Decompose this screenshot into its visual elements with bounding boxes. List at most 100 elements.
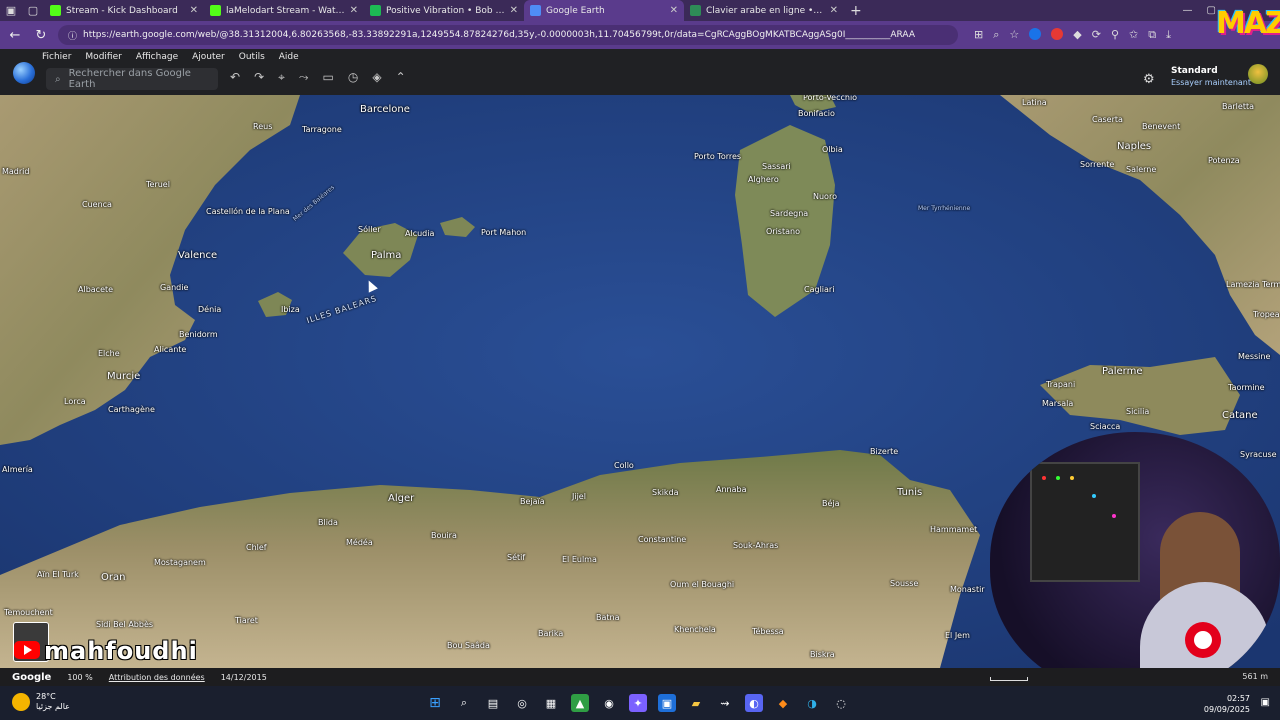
measure-icon[interactable]: ▭ [323,70,334,85]
new-tab-button[interactable]: + [850,3,862,19]
search-placeholder: Rechercher dans Google Earth [68,68,191,90]
tab-3[interactable]: Google Earth ✕ [524,0,684,21]
extension-icon[interactable]: ◆ [1073,28,1081,42]
map-label: Alger [388,493,415,504]
menu-item-2[interactable]: Affichage [136,52,178,62]
map-label: Biskra [810,650,835,659]
historical-imagery-icon[interactable]: ◷ [348,70,358,85]
back-icon[interactable]: ← [6,28,24,43]
zoom-icon[interactable]: ⌕ [993,28,999,42]
account-plan[interactable]: Standard Essayer maintenant [1171,66,1251,88]
app-icon[interactable]: ▦ [542,694,560,712]
menu-item-1[interactable]: Modifier [85,52,121,62]
maximize-icon[interactable]: ▢ [1207,5,1216,16]
menu-item-4[interactable]: Outils [239,52,265,62]
tab-title: Google Earth [546,5,605,16]
redo-icon[interactable]: ↷ [254,70,264,85]
close-tab-icon[interactable]: ✕ [670,5,678,16]
system-clock[interactable]: 02:57 09/09/2025 [1204,693,1250,715]
close-tab-icon[interactable]: ✕ [350,5,358,16]
discord-icon[interactable]: ◐ [745,694,763,712]
refresh-extension-icon[interactable]: ⟳ [1092,28,1101,42]
site-info-icon[interactable]: ⓘ [68,29,77,42]
notifications-icon[interactable]: ▣ [1261,697,1270,708]
search-icon[interactable]: ⌕ [455,694,473,712]
path-icon[interactable]: ⤳ [299,70,309,85]
task-view-icon[interactable]: ▤ [484,694,502,712]
map-label: Salerne [1126,165,1157,174]
search-box[interactable]: ⌕ Rechercher dans Google Earth [46,68,218,90]
map-label: Elche [98,349,120,358]
map-label: Béja [822,499,840,508]
copilot-icon[interactable]: ✦ [629,694,647,712]
map-label: Tiaret [235,616,258,625]
extension-icon[interactable] [1051,28,1064,40]
map-label: Bejaïa [520,497,545,506]
settings-gear-icon[interactable]: ⚙ [1143,72,1155,87]
app-icon[interactable]: ◉ [600,694,618,712]
collapse-icon[interactable]: ⌃ [396,70,406,85]
map-label: Sicilia [1126,407,1150,416]
tab-0[interactable]: Stream - Kick Dashboard ✕ [44,0,204,21]
workspaces-icon[interactable]: ▣ [0,0,22,21]
weather-widget[interactable]: 28°C عالم جزئيا [12,692,70,712]
tab-1[interactable]: laMelodart Stream - Watch Live o ✕ [204,0,364,21]
app-available-icon[interactable]: ⊞ [974,28,983,42]
menu-item-5[interactable]: Aide [279,52,299,62]
start-icon[interactable]: ⊞ [426,694,444,712]
map-label: Tropea [1253,310,1280,319]
app-icon[interactable]: ▲ [571,694,589,712]
app-icon[interactable]: ◌ [832,694,850,712]
map-label: Benidorm [179,330,218,339]
earth-logo-icon[interactable] [13,62,35,84]
map-label: Collo [614,461,634,470]
map-label: Sóller [358,225,381,234]
layers-icon[interactable]: ◈ [372,70,381,85]
favorite-star-icon[interactable]: ☆ [1009,28,1019,42]
kick-icon [50,5,61,16]
map-label: Skikda [652,488,679,497]
app-icon[interactable]: ◎ [513,694,531,712]
extension-icon[interactable] [1029,28,1042,40]
undo-icon[interactable]: ↶ [230,70,240,85]
map-label: Gandie [160,283,189,292]
close-tab-icon[interactable]: ✕ [830,5,838,16]
close-tab-icon[interactable]: ✕ [190,5,198,16]
favorites-icon[interactable]: ✩ [1129,28,1138,42]
menu-item-0[interactable]: Fichier [42,52,71,62]
minimize-icon[interactable]: — [1183,5,1193,16]
clock-date: 09/09/2025 [1203,705,1250,714]
app-icon[interactable]: ⇝ [716,694,734,712]
map-label: Hammamet [930,525,978,534]
avatar[interactable] [1248,64,1268,84]
menu-item-3[interactable]: Ajouter [192,52,225,62]
collections-icon[interactable]: ⧉ [1148,28,1156,42]
file-explorer-icon[interactable]: ▰ [687,694,705,712]
map-label: Naples [1117,141,1152,152]
map-label: Sétif [507,553,526,562]
clock-time: 02:57 [1226,694,1250,703]
tab-4[interactable]: Clavier arabe en ligne • Lexilogos ✕ [684,0,844,21]
screen: ▣ ▢ Stream - Kick Dashboard ✕ laMelodart S… [0,0,1280,720]
map-label: Palerme [1102,366,1143,377]
app-icon[interactable]: ▣ [658,694,676,712]
map-label: Almería [2,465,33,474]
close-tab-icon[interactable]: ✕ [510,5,518,16]
data-attribution-link[interactable]: Attribution des données [109,673,205,682]
reload-icon[interactable]: ↻ [32,28,50,43]
tab-actions-icon[interactable]: ▢ [22,0,44,21]
tab-2[interactable]: Positive Vibration • Bob Mar ✕ [364,0,524,21]
map-label: Blida [318,518,338,527]
earth-status-bar: Google 100 % Attribution des données 14/… [0,668,1280,686]
placemark-icon[interactable]: ⌖ [278,70,285,85]
map-label: Temouchent [4,608,53,617]
map-label: Oristano [766,227,800,236]
map-label: Nuoro [813,192,837,201]
downloads-icon[interactable]: ⤓ [1166,28,1171,42]
edge-icon[interactable]: ◑ [803,694,821,712]
url-field[interactable]: ⓘ https://earth.google.com/web/@38.31312… [58,25,958,45]
extensions-icon[interactable]: ⚲ [1111,28,1119,42]
app-icon[interactable]: ◆ [774,694,792,712]
map-label: Marsala [1042,399,1074,408]
map-label: Souk-Ahras [733,541,779,550]
